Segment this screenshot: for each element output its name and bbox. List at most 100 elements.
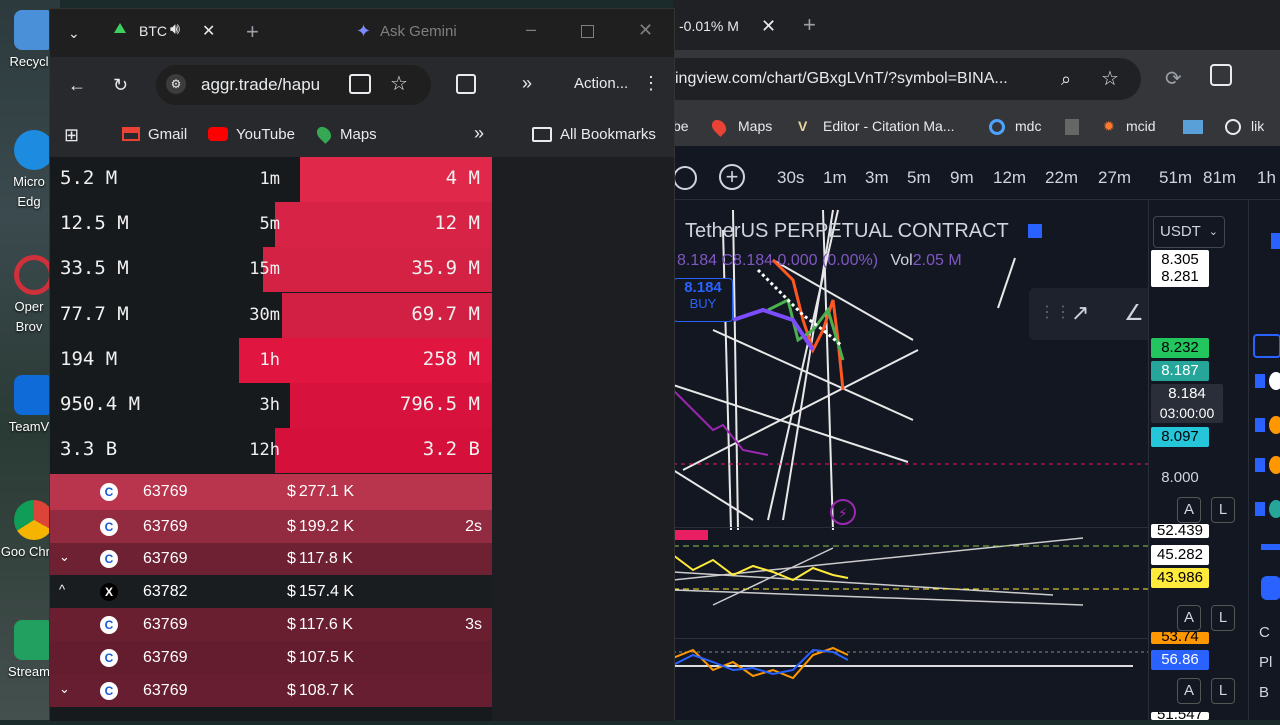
star-icon[interactable]: ☆ <box>1101 58 1119 100</box>
interval-1h[interactable]: 1h <box>1257 168 1276 188</box>
bookmark-maps[interactable]: Maps <box>340 126 377 143</box>
close-window-icon[interactable]: ✕ <box>638 20 653 41</box>
chat-icon[interactable] <box>1261 576 1280 600</box>
more-extensions-icon[interactable]: » <box>522 73 532 93</box>
log-scale-button[interactable]: L <box>1211 497 1235 523</box>
interval-12m[interactable]: 12m <box>993 168 1026 188</box>
sync-icon[interactable]: ⟳ <box>1165 66 1182 91</box>
menu-icon[interactable]: ⋮ <box>642 73 660 93</box>
trade-row[interactable]: C 63769 $117.6 K 3s <box>50 608 492 641</box>
flag-item-icon[interactable] <box>1255 418 1265 432</box>
drag-handle-icon[interactable]: ⋮⋮ <box>1039 302 1071 322</box>
bottom-tag: 51.547 <box>1151 712 1209 720</box>
zoom-icon[interactable]: ⌕ <box>1061 58 1071 100</box>
extensions-icon[interactable] <box>1210 64 1232 86</box>
amount-value: 157.4 K <box>298 582 355 600</box>
log-scale-button[interactable]: L <box>1211 605 1235 631</box>
apps-icon[interactable]: ⊞ <box>64 125 79 146</box>
interval-51m[interactable]: 51m <box>1159 168 1192 188</box>
bookmark-maps[interactable]: Maps <box>738 118 772 134</box>
omnibox[interactable]: ingview.com/chart/GBxgLVnT/?symbol=BINA.… <box>673 58 1141 100</box>
trade-row[interactable]: ^ X 63782 $157.4 K <box>50 575 492 608</box>
interval-27m[interactable]: 27m <box>1098 168 1131 188</box>
tab-label[interactable]: BTC <box>139 23 167 39</box>
coin-icon[interactable] <box>1269 372 1280 390</box>
bookmark-image-icon[interactable] <box>1183 120 1203 134</box>
ask-gemini-button[interactable]: Ask Gemini <box>380 23 457 40</box>
speaker-icon[interactable]: 🔊︎ <box>170 21 180 39</box>
auto-scale-button[interactable]: A <box>1177 605 1201 631</box>
extensions-icon[interactable] <box>456 74 476 94</box>
trend-angle-tool-icon[interactable]: ∠ <box>1124 300 1144 326</box>
exchange-icon: C <box>100 615 118 634</box>
trade-row[interactable]: C 63769 $277.1 K <box>50 474 492 510</box>
bookmark-gmail[interactable]: Gmail <box>148 126 187 143</box>
bookmark-mcid[interactable]: mcid <box>1126 118 1156 134</box>
chevron-up-icon[interactable]: ^ <box>59 582 65 597</box>
site-info-icon[interactable]: ⚙ <box>166 74 186 94</box>
scroll-indicator[interactable] <box>1261 544 1280 550</box>
more-bookmarks-icon[interactable]: » <box>474 123 484 144</box>
interval-9m[interactable]: 9m <box>950 168 974 188</box>
close-tab-icon[interactable]: ✕ <box>202 21 215 41</box>
coin-icon[interactable] <box>1269 456 1280 474</box>
arrow-tool-icon[interactable]: ↗ <box>1071 300 1089 326</box>
trade-age: 2s <box>465 517 482 535</box>
alert-icon[interactable] <box>673 166 697 190</box>
bookmark-citation[interactable]: Editor - Citation Ma... <box>823 118 955 134</box>
action-button[interactable]: Action... <box>574 75 628 92</box>
alerts-icon[interactable] <box>1253 334 1280 358</box>
chevron-down-icon[interactable]: ⌄ <box>59 549 70 565</box>
tab-search-icon[interactable]: ⌄ <box>68 23 80 43</box>
bookmark-be[interactable]: be <box>673 118 689 134</box>
back-icon[interactable]: ← <box>68 75 86 95</box>
interval-1m[interactable]: 1m <box>823 168 847 188</box>
new-tab-icon[interactable]: + <box>246 19 259 45</box>
flag-item-icon[interactable] <box>1255 458 1265 472</box>
close-icon[interactable]: ✕ <box>761 8 776 44</box>
price-chart[interactable]: ⚡ TetherUS PERPETUAL CONTRACT 8.184 C8.1… <box>672 200 1247 720</box>
trade-row[interactable]: ⌄ C 63769 $117.8 K <box>50 543 492 575</box>
price-scale[interactable]: USDT ⌄ 8.305 8.281 8.232 8.187 8.184 03:… <box>1148 200 1248 720</box>
interval-30s[interactable]: 30s <box>777 168 804 188</box>
interval-5m[interactable]: 5m <box>907 168 931 188</box>
interval-22m[interactable]: 22m <box>1045 168 1078 188</box>
sidebar-letter: C <box>1259 624 1270 641</box>
flag-icon[interactable] <box>1028 224 1042 238</box>
trade-row[interactable]: ⌄ C 63769 $108.7 K <box>50 674 492 707</box>
all-bookmarks[interactable]: All Bookmarks <box>560 126 656 143</box>
auto-scale-button[interactable]: A <box>1177 497 1201 523</box>
auto-scale-button[interactable]: A <box>1177 678 1201 704</box>
watchlist-icon[interactable] <box>1271 233 1280 249</box>
maximize-icon[interactable] <box>581 25 594 38</box>
currency-select[interactable]: USDT ⌄ <box>1153 216 1225 248</box>
new-tab-icon[interactable]: + <box>803 12 816 38</box>
interval-3m[interactable]: 3m <box>865 168 889 188</box>
interval-81m[interactable]: 81m <box>1203 168 1236 188</box>
trade-row[interactable]: C 63769 $199.2 K 2s <box>50 510 492 543</box>
flag-item-icon[interactable] <box>1255 374 1265 388</box>
flag-item-icon[interactable] <box>1255 502 1265 516</box>
log-scale-button[interactable]: L <box>1211 678 1235 704</box>
bookmark-lik[interactable]: lik <box>1251 118 1264 134</box>
buy-button[interactable]: 8.184 BUY <box>673 278 733 322</box>
tab-tradingview[interactable]: -0.01% M ✕ <box>673 8 788 44</box>
omnibox[interactable]: ⚙ aggr.trade/hapu ☆ <box>156 65 431 105</box>
add-symbol-icon[interactable]: + <box>719 164 745 190</box>
dollar-sign: $ <box>287 582 296 600</box>
bookmark-folder-icon[interactable] <box>1065 119 1079 135</box>
star-icon[interactable]: ☆ <box>390 71 408 96</box>
volume-stat-row: 3.3 B 12h 3.2 B <box>50 428 492 474</box>
bookmark-mdc[interactable]: mdc <box>1015 118 1041 134</box>
minimize-icon[interactable]: – <box>526 19 536 40</box>
chevron-down-icon[interactable]: ⌄ <box>59 681 70 697</box>
url-text: aggr.trade/hapu <box>201 75 321 94</box>
bookmark-youtube[interactable]: YouTube <box>236 126 295 143</box>
gemini-icon: ✦ <box>356 21 372 41</box>
install-app-icon[interactable] <box>349 74 371 94</box>
volume-stat-row: 950.4 M 3h 796.5 M <box>50 383 492 428</box>
reload-icon[interactable]: ↻ <box>113 75 128 95</box>
coin-icon[interactable] <box>1269 416 1280 434</box>
coin-icon[interactable] <box>1269 500 1280 518</box>
trade-row[interactable]: C 63769 $107.5 K <box>50 641 492 674</box>
